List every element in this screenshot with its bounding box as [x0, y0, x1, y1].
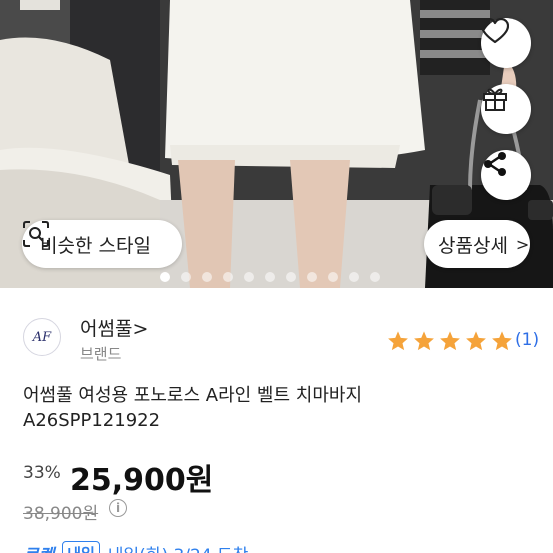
delivery-date: 내일(화) 3/24 도착 — [108, 541, 248, 553]
gift-button[interactable] — [481, 84, 531, 134]
gift-icon — [483, 88, 507, 111]
brand-logo[interactable]: AF — [23, 318, 61, 356]
info-icon[interactable]: i — [109, 499, 127, 517]
original-price: 38,900원 — [23, 504, 99, 524]
carousel-dot[interactable] — [244, 272, 254, 282]
delivery-info: 로켓 내일 내일(화) 3/24 도착 — [23, 540, 248, 553]
discount-rate: 33% — [23, 463, 61, 483]
star-icon — [466, 331, 486, 351]
share-icon — [484, 152, 506, 176]
scan-search-icon — [23, 221, 49, 247]
sale-price: 25,900원 — [70, 463, 214, 498]
star-icon — [414, 331, 434, 351]
product-title-line2: A26SPP121922 — [23, 410, 161, 431]
star-icon — [492, 331, 512, 351]
carousel-dot[interactable] — [202, 272, 212, 282]
star-rating[interactable] — [387, 330, 517, 352]
product-detail-button[interactable]: 상품상세 > — [424, 220, 530, 268]
share-button[interactable] — [481, 150, 531, 200]
brand-name-link[interactable]: 어썸풀> — [80, 314, 148, 341]
carousel-dot[interactable] — [223, 272, 233, 282]
like-button[interactable] — [481, 18, 531, 68]
star-icon — [388, 331, 408, 351]
carousel-dot[interactable] — [286, 272, 296, 282]
product-image-carousel[interactable]: 비슷한 스타일 상품상세 > — [0, 0, 553, 288]
carousel-dot[interactable] — [265, 272, 275, 282]
carousel-dot[interactable] — [181, 272, 191, 282]
star-icon — [440, 331, 460, 351]
similar-style-button[interactable]: 비슷한 스타일 — [22, 220, 182, 268]
carousel-dots — [0, 270, 553, 284]
similar-style-label: 비슷한 스타일 — [40, 234, 151, 257]
carousel-dot[interactable] — [349, 272, 359, 282]
rocket-delivery-label: 로켓 — [23, 541, 54, 553]
product-title-line1: 어썸풀 여성용 포노로스 A라인 벨트 치마바지 — [23, 385, 362, 406]
review-count-link[interactable]: (1) — [515, 330, 539, 350]
heart-icon — [481, 18, 509, 44]
chevron-right-icon: > — [515, 234, 530, 254]
brand-label: 브랜드 — [80, 345, 122, 363]
brand-logo-text: AF — [32, 329, 52, 345]
carousel-dot[interactable] — [160, 272, 170, 282]
carousel-dot[interactable] — [370, 272, 380, 282]
product-detail-label: 상품상세 — [438, 234, 508, 257]
carousel-dot[interactable] — [307, 272, 317, 282]
tomorrow-badge: 내일 — [62, 540, 100, 553]
carousel-dot[interactable] — [328, 272, 338, 282]
